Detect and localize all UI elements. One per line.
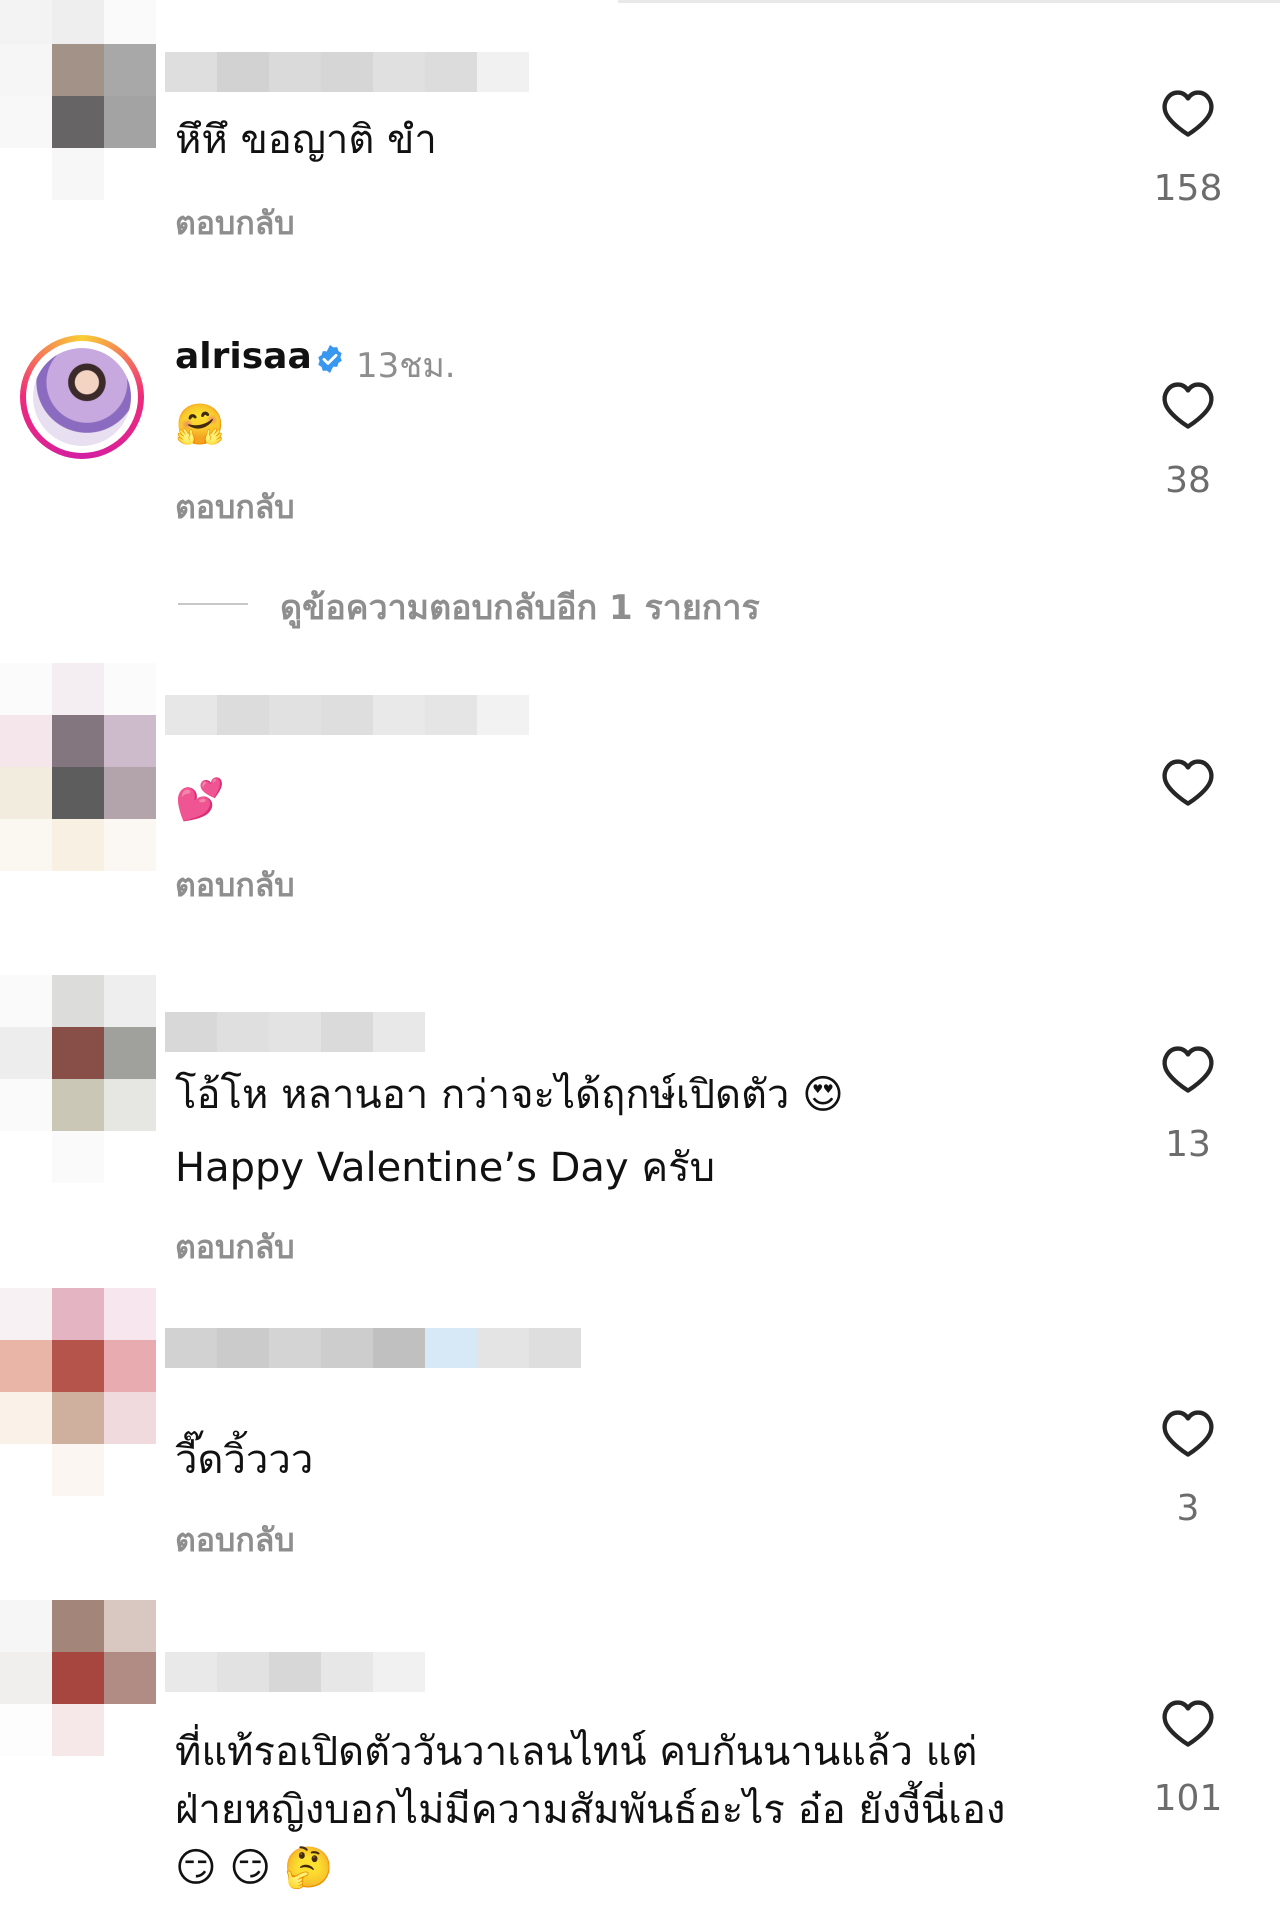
verified-badge-icon [318, 345, 342, 373]
comment-text-line-2: Happy Valentine’s Day ครับ [175, 1145, 715, 1191]
view-replies-divider [178, 603, 248, 605]
username-redacted [165, 1012, 425, 1052]
like-count: 3 [1176, 1488, 1200, 1529]
heart-outline-icon [1162, 759, 1214, 806]
comment-text-line-2: ฝ่ายหญิงบอกไม่มีความสัมพันธ์อะไร อ๋อ ยัง… [175, 1787, 1006, 1833]
avatar[interactable] [0, 663, 156, 871]
like-button[interactable] [1160, 1698, 1216, 1748]
comment-text: 💕 [175, 777, 225, 823]
reply-button[interactable]: ตอบกลับ [175, 1515, 295, 1566]
like-count: 38 [1165, 460, 1211, 501]
comment-text: หึหึ ขอญาติ ขำ [175, 117, 437, 163]
like-count: 101 [1153, 1778, 1223, 1819]
username-redacted [165, 1328, 581, 1368]
view-more-replies-button[interactable]: ดูข้อความตอบกลับอีก 1 รายการ [280, 580, 760, 634]
avatar[interactable] [0, 0, 156, 200]
heart-outline-icon [1162, 382, 1214, 429]
like-button[interactable] [1160, 1408, 1216, 1458]
like-count: 13 [1165, 1124, 1211, 1165]
like-button[interactable] [1160, 88, 1216, 138]
profile-photo [33, 348, 131, 446]
heart-outline-icon [1162, 1700, 1214, 1747]
avatar[interactable] [0, 975, 156, 1183]
heart-outline-icon [1162, 90, 1214, 137]
comment-text: 🤗 [175, 402, 225, 448]
like-count: 158 [1153, 168, 1223, 209]
avatar[interactable] [20, 335, 144, 459]
reply-button[interactable]: ตอบกลับ [175, 198, 295, 249]
like-button[interactable] [1160, 1044, 1216, 1094]
comment-text-line-1: ที่แท้รอเปิดตัววันวาเลนไทน์ คบกันนานแล้ว… [175, 1729, 978, 1775]
like-button[interactable] [1160, 380, 1216, 430]
like-button[interactable] [1160, 757, 1216, 807]
comment-text: วี๊ดวิ้ววว [175, 1437, 314, 1483]
reply-button[interactable]: ตอบกลับ [175, 860, 295, 911]
top-divider [618, 0, 1280, 3]
username-redacted [165, 1652, 425, 1692]
avatar[interactable] [0, 1288, 156, 1496]
comment-text-line-1: โอ้โห หลานอา กว่าจะได้ฤกษ์เปิดตัว 😍 [175, 1072, 844, 1118]
reply-button[interactable]: ตอบกลับ [175, 482, 295, 533]
timestamp: 13ชม. [356, 346, 456, 386]
heart-outline-icon [1162, 1046, 1214, 1093]
comment-text-line-3: 😏 😏 🤔 [175, 1845, 334, 1891]
username-redacted [165, 52, 529, 92]
avatar[interactable] [0, 1600, 156, 1808]
username[interactable]: alrisaa [175, 336, 312, 377]
username-redacted [165, 695, 529, 735]
reply-button[interactable]: ตอบกลับ [175, 1222, 295, 1273]
heart-outline-icon [1162, 1410, 1214, 1457]
